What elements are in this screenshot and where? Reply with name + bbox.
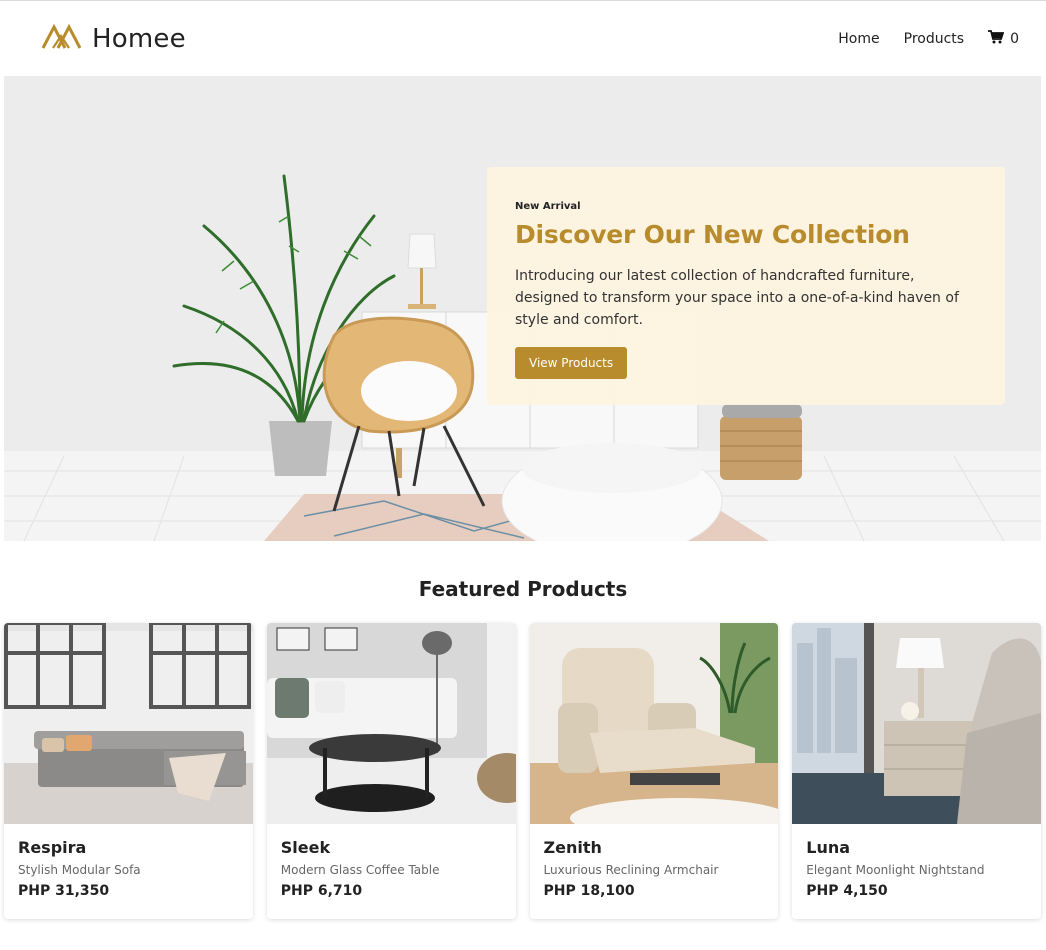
shopping-cart-icon — [988, 29, 1005, 48]
hero-card: New Arrival Discover Our New Collection … — [487, 167, 1005, 405]
product-price: PHP 6,710 — [280, 883, 363, 899]
product-description: Elegant Moonlight Nightstand — [806, 863, 985, 877]
product-image — [529, 623, 779, 824]
product-card-zenith[interactable]: Zenith Luxurious Reclining Armchair PHP … — [529, 623, 779, 919]
cart-count: 0 — [1010, 30, 1019, 47]
product-price: PHP 31,350 — [18, 883, 110, 899]
hero-eyebrow: New Arrival — [515, 201, 581, 212]
view-products-button[interactable]: View Products — [515, 347, 628, 379]
cart-button[interactable]: 0 — [988, 29, 1019, 48]
hero-title: Discover Our New Collection — [515, 220, 910, 249]
nav-products-link[interactable]: Products — [904, 31, 964, 47]
hero-banner: New Arrival Discover Our New Collection … — [4, 76, 1041, 541]
product-description: Modern Glass Coffee Table — [280, 863, 440, 877]
navbar: Homee Home Products 0 — [0, 1, 1046, 76]
product-name: Sleek — [280, 838, 331, 857]
product-grid: Respira Stylish Modular Sofa PHP 31,350 — [0, 623, 1046, 919]
brand[interactable]: Homee — [41, 23, 186, 54]
product-price: PHP 4,150 — [806, 883, 888, 899]
nav-links: Home Products 0 — [838, 29, 1019, 48]
product-image — [792, 623, 1041, 824]
brand-name: Homee — [92, 23, 186, 54]
product-description: Luxurious Reclining Armchair — [543, 863, 719, 877]
product-name: Zenith — [543, 838, 602, 857]
nav-home-link[interactable]: Home — [838, 31, 879, 47]
product-name: Respira — [18, 838, 87, 857]
product-image — [4, 623, 253, 824]
product-name: Luna — [806, 838, 851, 857]
product-card-respira[interactable]: Respira Stylish Modular Sofa PHP 31,350 — [4, 623, 253, 919]
logo-icon — [41, 23, 82, 54]
product-image — [266, 623, 516, 824]
hero-description: Introducing our latest collection of han… — [515, 268, 959, 328]
featured-products-title: Featured Products — [418, 577, 628, 601]
product-description: Stylish Modular Sofa — [18, 863, 141, 877]
product-card-sleek[interactable]: Sleek Modern Glass Coffee Table PHP 6,71… — [266, 623, 516, 919]
product-card-luna[interactable]: Luna Elegant Moonlight Nightstand PHP 4,… — [792, 623, 1041, 919]
product-price: PHP 18,100 — [543, 883, 635, 899]
